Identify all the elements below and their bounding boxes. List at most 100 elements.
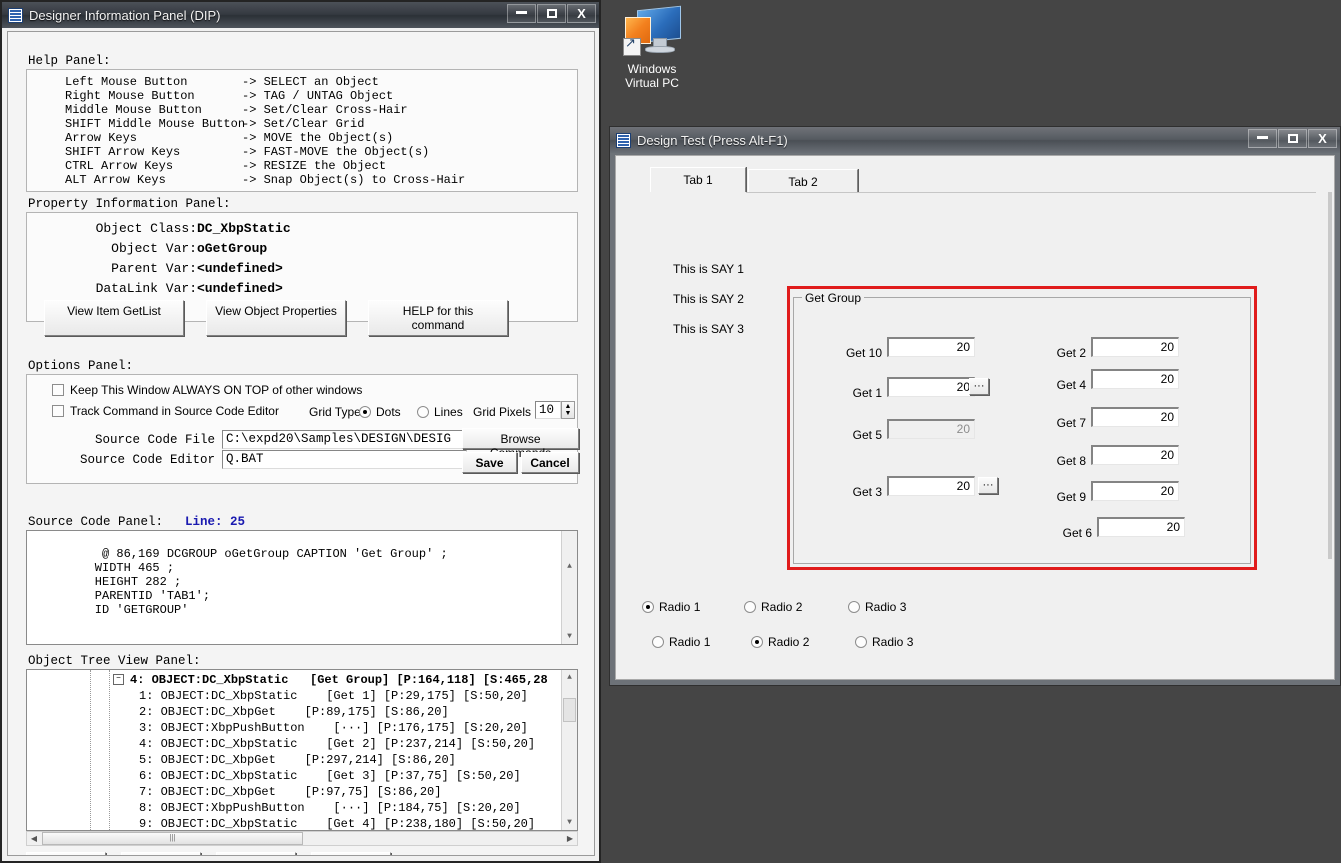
desktop-icon-windows-virtual-pc[interactable]: Windows Virtual PC	[612, 4, 692, 90]
get-3-label: Get 3	[852, 485, 882, 499]
options-panel-box: Keep This Window ALWAYS ON TOP of other …	[26, 374, 579, 484]
help-row: Right Mouse Button -> TAG / UNTAG Object	[27, 89, 577, 103]
source-code-textarea[interactable]: @ 86,169 DCGROUP oGetGroup CAPTION 'Get …	[26, 530, 578, 645]
get-6-field[interactable]: 20	[1097, 517, 1185, 537]
scroll-right-icon[interactable]: ▶	[563, 834, 577, 843]
close-button[interactable]: X	[567, 4, 596, 23]
maximize-button[interactable]	[537, 4, 566, 23]
help-action: -> MOVE the Object(s)	[242, 131, 394, 145]
tree-panel-section: Object Tree View Panel: − 4: OBJECT:DC_X…	[26, 652, 578, 855]
tree-row[interactable]: 2: OBJECT:DC_XbpGet [P:89,175] [S:86,20]	[126, 704, 577, 720]
get-8-label: Get 8	[1056, 454, 1086, 468]
help-key: CTRL Arrow Keys	[65, 159, 174, 173]
get-7-field[interactable]: 20	[1091, 407, 1179, 427]
tree-row[interactable]: 8: OBJECT:XbpPushButton [···] [P:184,75]…	[126, 800, 577, 816]
cancel-button[interactable]: Cancel	[521, 452, 579, 473]
help-panel-label: Help Panel:	[28, 54, 111, 68]
dip-body: Help Panel: Left Mouse Button -> SELECT a…	[7, 31, 595, 856]
design-test-scrollbar[interactable]	[1328, 192, 1332, 559]
collapse-button[interactable]: Collapse	[121, 852, 201, 855]
radio-row1-label-2: Radio 2	[761, 600, 803, 614]
radio-row2-item-2[interactable]: Radio 2	[751, 635, 809, 649]
help-panel-box: Left Mouse Button -> SELECT an Object Rig…	[26, 69, 578, 192]
maximize-button[interactable]	[1278, 129, 1307, 148]
scroll-down-icon[interactable]: ▼	[562, 815, 577, 830]
options-panel-section: Options Panel: Keep This Window ALWAYS O…	[26, 357, 579, 484]
help-key: Arrow Keys	[65, 131, 138, 145]
source-code-vertical-scrollbar[interactable]: ▲ ▼	[561, 531, 577, 644]
get-3-field[interactable]: 20	[887, 476, 975, 496]
get-10-field[interactable]: 20	[887, 337, 975, 357]
radio-row1-item-1[interactable]: Radio 1	[642, 600, 700, 614]
checkbox-always-on-top[interactable]: Keep This Window ALWAYS ON TOP of other …	[52, 383, 362, 397]
property-row-parent-var: Parent Var:<undefined>	[111, 261, 283, 276]
property-row-object-class: Object Class:DC_XbpStatic	[95, 221, 291, 236]
expand-button[interactable]: EExpandxpand	[26, 852, 106, 855]
properties-button[interactable]: Properties	[216, 852, 296, 855]
minimize-button[interactable]	[507, 4, 536, 23]
tab-1[interactable]: Tab 1	[650, 167, 746, 193]
grid-pixels-stepper[interactable]: 10 ▲ ▼	[535, 401, 575, 419]
tree-row[interactable]: 3: OBJECT:XbpPushButton [···] [P:176,175…	[126, 720, 577, 736]
get-1-field[interactable]: 20	[887, 377, 975, 397]
source-code-file-input[interactable]: C:\expd20\Samples\DESIGN\DESIG	[222, 430, 467, 449]
scroll-up-icon[interactable]: ▲	[562, 559, 577, 574]
grid-type-dots-radio[interactable]: Dots	[359, 405, 401, 419]
get-9-field[interactable]: 20	[1091, 481, 1179, 501]
desktop: Windows Virtual PC Design Test (Press Al…	[0, 0, 1341, 863]
tree-expander-icon[interactable]: −	[113, 674, 124, 685]
grid-type-dots-label: Dots	[376, 405, 401, 419]
source-code-editor-input[interactable]: Q.BAT	[222, 450, 467, 469]
radio-row2-item-3[interactable]: Radio 3	[855, 635, 913, 649]
tree-row[interactable]: 4: OBJECT:DC_XbpStatic [Get 2] [P:237,21…	[126, 736, 577, 752]
tree-row[interactable]: 7: OBJECT:DC_XbpGet [P:97,75] [S:86,20]	[126, 784, 577, 800]
say-label-2: This is SAY 2	[673, 292, 744, 306]
design-test-titlebar[interactable]: Design Test (Press Alt-F1) X	[610, 127, 1340, 153]
radio-icon	[855, 636, 867, 648]
view-item-getlist-button[interactable]: View Item GetList	[44, 300, 184, 336]
radio-row1-item-2[interactable]: Radio 2	[744, 600, 802, 614]
minimize-button[interactable]	[1248, 129, 1277, 148]
print-button[interactable]: Print	[311, 852, 391, 855]
tree-row[interactable]: 6: OBJECT:DC_XbpStatic [Get 3] [P:37,75]…	[126, 768, 577, 784]
get-4-field[interactable]: 20	[1091, 369, 1179, 389]
tree-row[interactable]: 1: OBJECT:DC_XbpStatic [Get 1] [P:29,175…	[126, 688, 577, 704]
scroll-left-icon[interactable]: ◀	[27, 834, 41, 843]
tree-vertical-scrollbar[interactable]: ▲ ▼	[561, 670, 577, 830]
help-row: CTRL Arrow Keys -> RESIZE the Object	[27, 159, 577, 173]
get-1-dots-button[interactable]: ···	[969, 378, 989, 395]
browse-commands-button[interactable]: Browse Commands	[462, 428, 579, 460]
radio-row1-item-3[interactable]: Radio 3	[848, 600, 906, 614]
save-button[interactable]: Save	[462, 452, 517, 473]
scroll-down-icon[interactable]: ▼	[562, 629, 577, 644]
get-3-dots-button[interactable]: ···	[978, 477, 998, 494]
grid-type-lines-radio[interactable]: Lines	[417, 405, 463, 419]
tree-panel-label: Object Tree View Panel:	[28, 654, 201, 668]
radio-row2-item-1[interactable]: Radio 1	[652, 635, 710, 649]
close-button[interactable]: X	[1308, 129, 1337, 148]
tree-row[interactable]: 4: OBJECT:DC_XbpStatic [Get Group] [P:16…	[126, 672, 577, 688]
tree-horizontal-scrollbar[interactable]: ◀ ||| ▶	[26, 831, 578, 846]
get-5-label: Get 5	[852, 428, 882, 442]
source-code-file-label: Source Code File	[94, 433, 215, 447]
tree-row[interactable]: 9: OBJECT:DC_XbpStatic [Get 4] [P:238,18…	[126, 816, 577, 830]
dip-titlebar[interactable]: Designer Information Panel (DIP) X	[2, 2, 599, 28]
scroll-thumb[interactable]	[563, 698, 576, 722]
tree-row[interactable]: 5: OBJECT:DC_XbpGet [P:297,214] [S:86,20…	[126, 752, 577, 768]
help-for-this-command-button[interactable]: HELP for this command	[368, 300, 508, 336]
checkbox-icon	[52, 384, 64, 396]
object-tree-view[interactable]: − 4: OBJECT:DC_XbpStatic [Get Group] [P:…	[26, 669, 578, 831]
checkbox-track-command[interactable]: Track Command in Source Code Editor	[52, 404, 279, 418]
say-label-1: This is SAY 1	[673, 262, 744, 276]
help-action: -> SELECT an Object	[242, 75, 379, 89]
tab-2[interactable]: Tab 2	[748, 169, 858, 193]
grid-pixels-spin-buttons[interactable]: ▲ ▼	[561, 401, 575, 419]
get-2-field[interactable]: 20	[1091, 337, 1179, 357]
scroll-thumb-horizontal[interactable]: |||	[42, 832, 303, 845]
help-action: -> Set/Clear Grid	[242, 117, 365, 131]
get-8-field[interactable]: 20	[1091, 445, 1179, 465]
view-object-properties-button[interactable]: View Object Properties	[206, 300, 346, 336]
help-action: -> FAST-MOVE the Object(s)	[242, 145, 430, 159]
scroll-up-icon[interactable]: ▲	[562, 670, 577, 685]
grid-pixels-value[interactable]: 10	[535, 401, 561, 419]
